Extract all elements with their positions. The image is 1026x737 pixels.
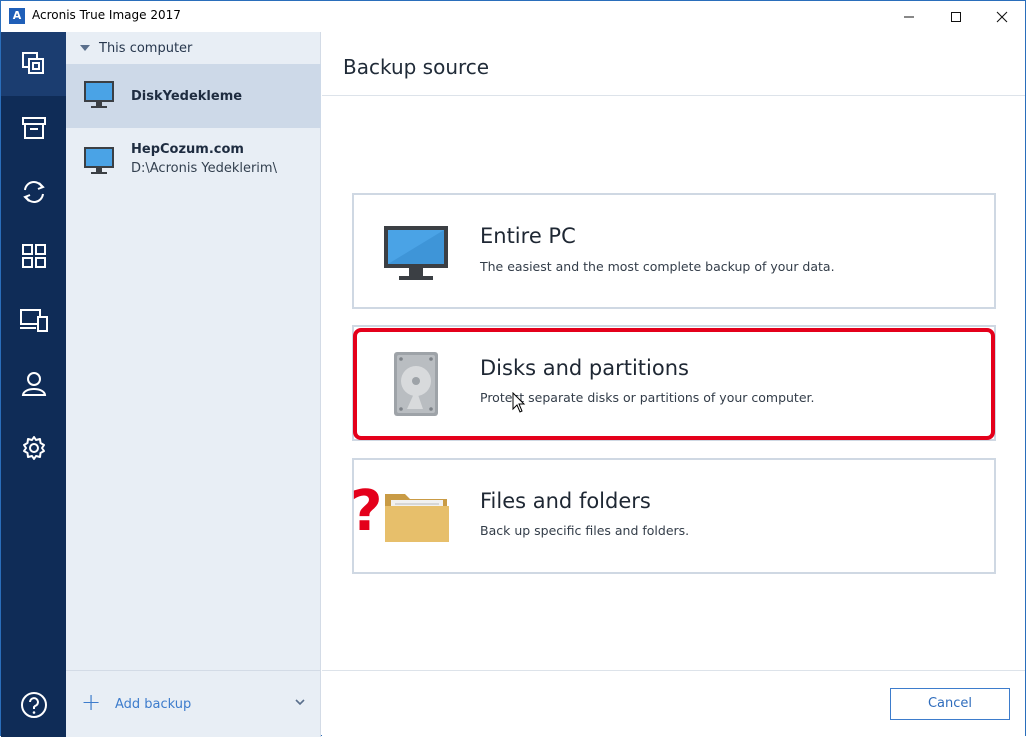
close-icon <box>996 11 1008 22</box>
nav-archive[interactable] <box>1 96 66 160</box>
archive-icon <box>21 117 46 139</box>
nav-sync[interactable] <box>1 160 66 224</box>
computer-icon <box>84 81 114 108</box>
account-icon <box>21 372 46 396</box>
footer-divider <box>322 670 1025 671</box>
tools-icon <box>21 244 46 268</box>
cancel-button[interactable]: Cancel <box>890 688 1010 720</box>
question-mark-annotation: ? <box>350 479 383 544</box>
nav-backup[interactable] <box>1 32 66 96</box>
window-title: Acronis True Image 2017 <box>32 8 181 22</box>
add-backup-button[interactable]: Add backup <box>115 697 191 712</box>
acronis-logo-icon: A <box>9 8 25 24</box>
nav-devices[interactable] <box>1 288 66 352</box>
backup-name: HepCozum.com <box>131 142 244 157</box>
option-entire-pc[interactable]: Entire PC The easiest and the most compl… <box>352 193 996 309</box>
backup-list-panel: This computer DiskYedekleme HepCozum.com… <box>66 32 321 737</box>
navigation-rail <box>1 32 66 737</box>
maximize-icon <box>951 11 961 22</box>
chevron-down-icon[interactable] <box>294 697 306 707</box>
nav-settings[interactable] <box>1 416 66 480</box>
option-description: Back up specific files and folders. <box>480 523 690 538</box>
app-window: A Acronis True Image 2017 This computer … <box>0 0 1026 737</box>
devices-icon <box>19 309 48 332</box>
add-icon[interactable]: + <box>81 690 101 714</box>
page-title: Backup source <box>343 55 490 79</box>
mouse-cursor-icon <box>512 392 526 413</box>
backup-item-hepcozum[interactable]: HepCozum.com D:\Acronis Yedeklerim\ <box>66 128 321 192</box>
red-highlight-box <box>353 328 995 440</box>
option-title: Entire PC <box>480 224 576 248</box>
backup-icon <box>21 52 44 74</box>
nav-tools[interactable] <box>1 224 66 288</box>
nav-account[interactable] <box>1 352 66 416</box>
header-divider <box>322 95 1025 96</box>
nav-help[interactable] <box>1 673 66 737</box>
option-title: Files and folders <box>480 489 651 513</box>
close-button[interactable] <box>979 1 1025 32</box>
computer-icon <box>84 147 114 174</box>
main-panel: Backup source Entire PC The easiest and … <box>322 32 1025 737</box>
maximize-button[interactable] <box>933 1 979 32</box>
settings-icon <box>22 436 45 460</box>
backup-name: DiskYedekleme <box>131 89 243 104</box>
group-label: This computer <box>99 41 193 56</box>
add-backup-bar: + Add backup <box>66 670 321 737</box>
sync-icon <box>22 181 45 203</box>
minimize-icon <box>904 16 914 17</box>
monitor-icon <box>384 226 448 280</box>
option-description: The easiest and the most complete backup… <box>480 259 835 274</box>
collapse-caret-icon <box>80 44 90 51</box>
option-files-folders[interactable]: Files and folders Back up specific files… <box>352 458 996 574</box>
backup-location: D:\Acronis Yedeklerim\ <box>131 161 277 176</box>
minimize-button[interactable] <box>886 1 932 32</box>
this-computer-group[interactable]: This computer <box>80 41 192 56</box>
folder-icon <box>385 494 449 542</box>
title-bar: A Acronis True Image 2017 <box>1 1 1025 32</box>
help-icon <box>20 692 47 718</box>
backup-item-diskyedekleme[interactable]: DiskYedekleme <box>66 64 321 128</box>
